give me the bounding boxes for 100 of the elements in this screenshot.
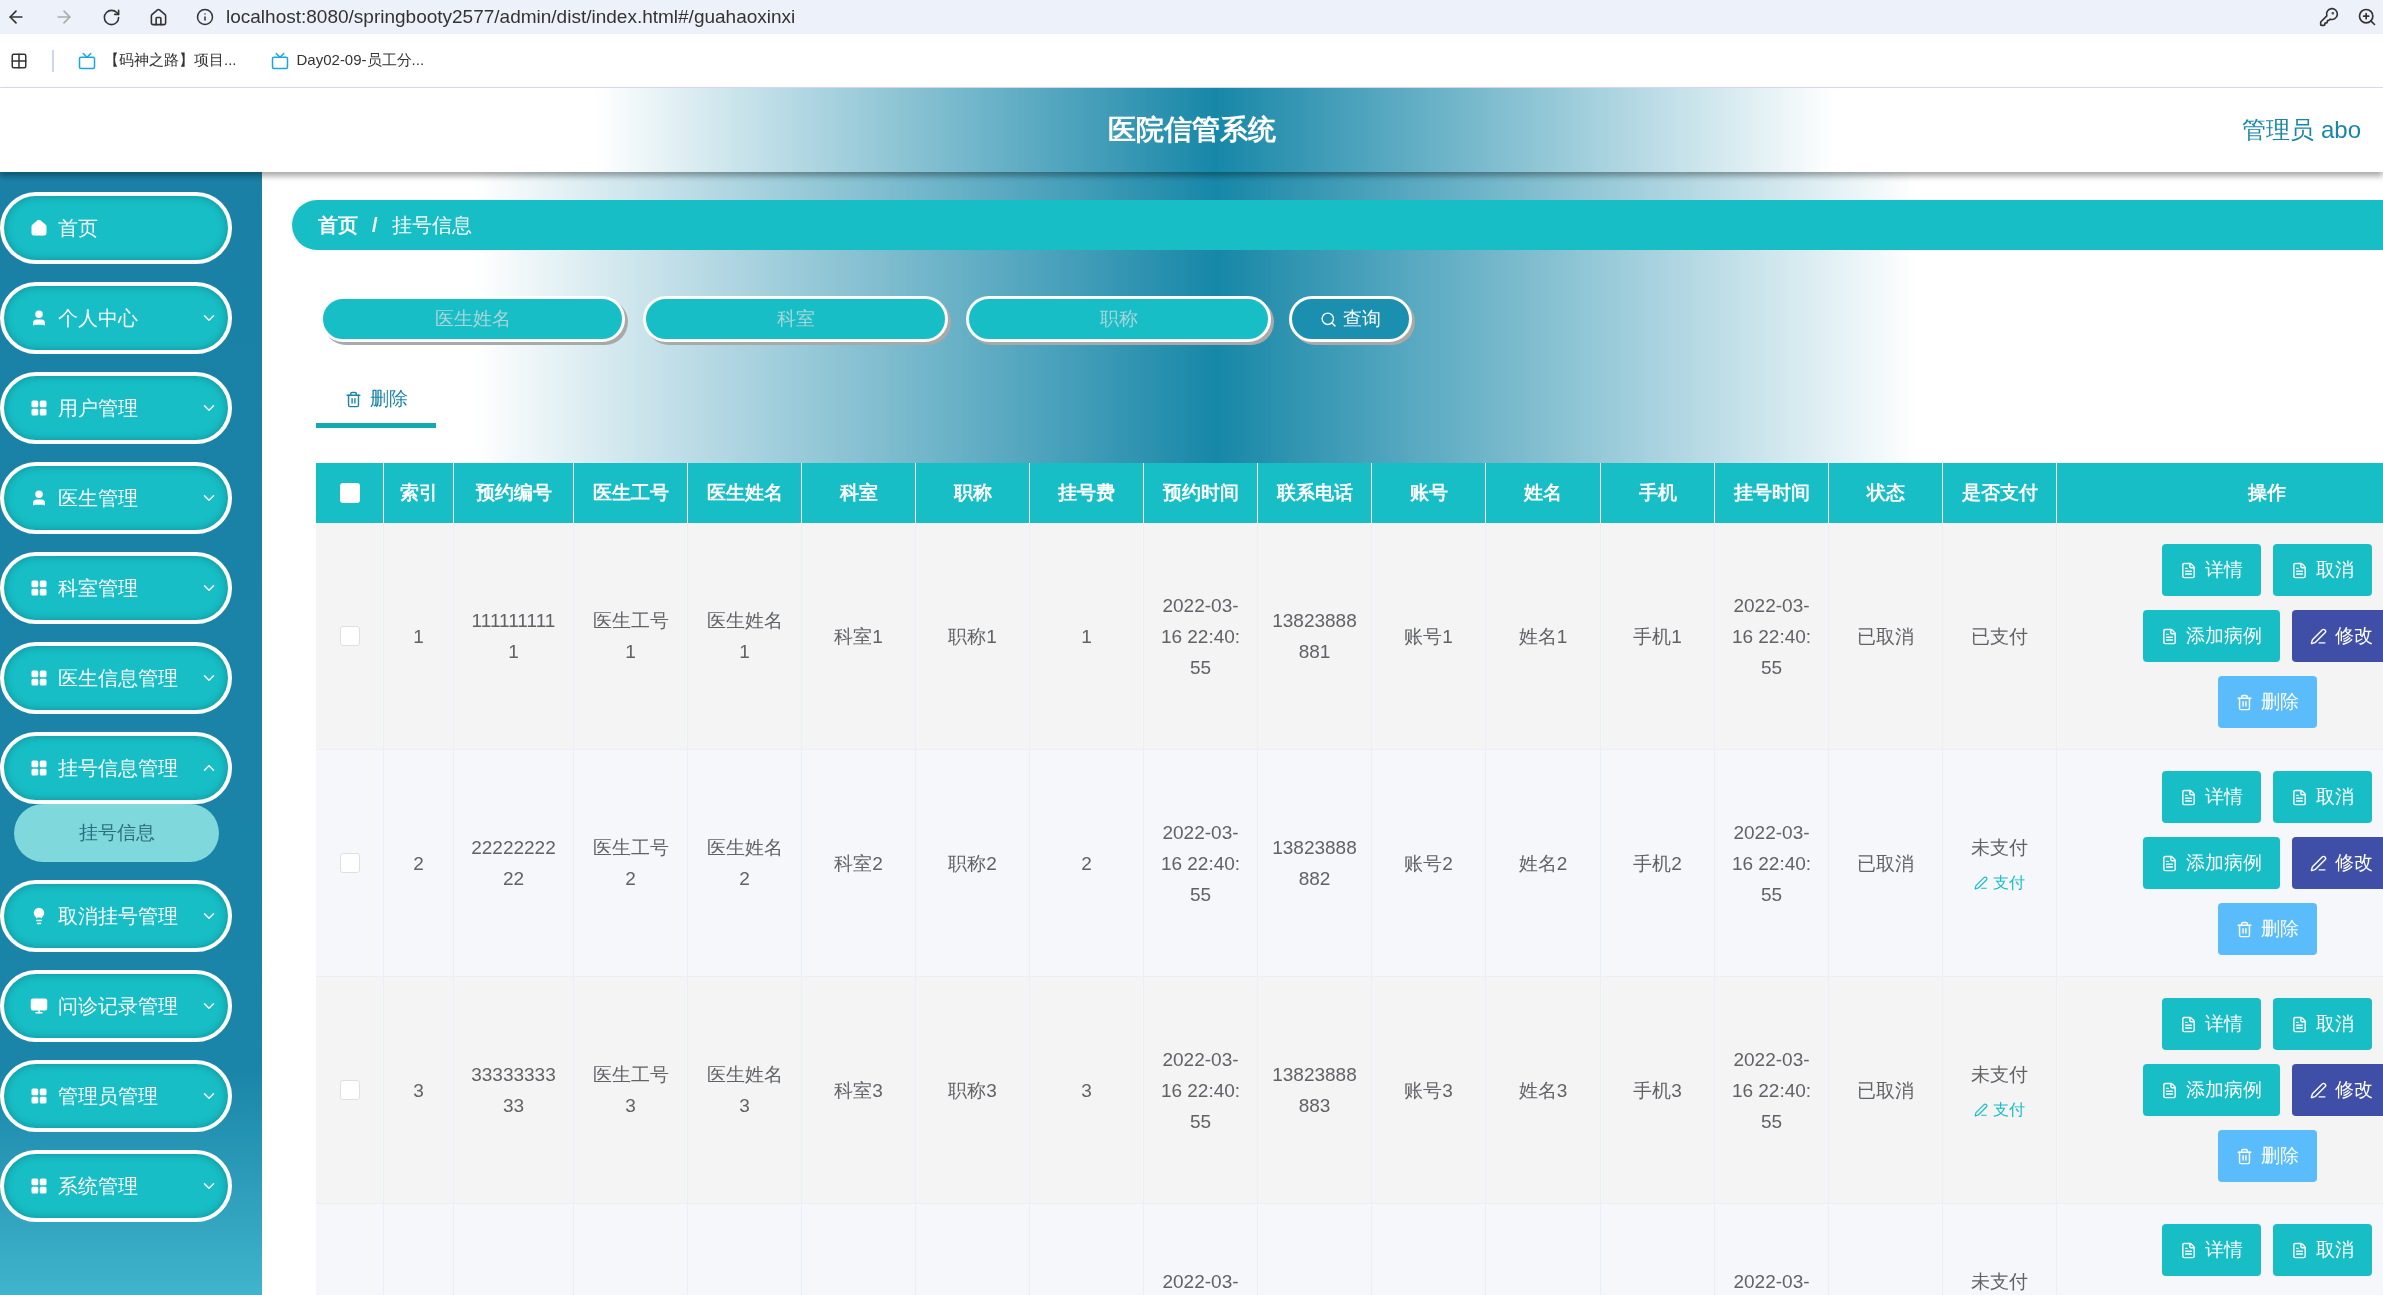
action-button[interactable]: 删除 — [2217, 676, 2317, 728]
menu-item[interactable]: 挂号信息管理 — [0, 732, 232, 804]
column-header: 是否支付 — [1961, 480, 2038, 505]
menu-item[interactable]: 医生信息管理 — [0, 642, 232, 714]
key-icon[interactable] — [2319, 7, 2339, 27]
row-checkbox[interactable] — [339, 626, 360, 646]
action-button[interactable]: 删除 — [2217, 1130, 2317, 1182]
column-header: 医生工号 — [592, 480, 669, 505]
table-cell-text: 3333333333 — [470, 1063, 557, 1118]
search-field[interactable]: 医生姓名 — [320, 296, 625, 342]
document-icon — [2180, 1015, 2197, 1033]
delete-tab[interactable]: 删除 — [316, 376, 436, 428]
table-cell-text: 医生工号3 — [591, 1063, 670, 1118]
table-cell-text: 未支付 — [1970, 1270, 2029, 1294]
menu-item[interactable]: 医生管理 — [0, 462, 232, 534]
table-cell-text: 2022-03-16 22:40:55 — [1730, 820, 1813, 907]
breadcrumb-link[interactable]: 挂号信息 — [391, 210, 472, 240]
action-button[interactable]: 删除 — [2217, 903, 2317, 955]
tv-icon — [270, 51, 289, 70]
menu-item[interactable]: 管理员管理 — [0, 1060, 232, 1132]
column-header: 预约时间 — [1162, 480, 1239, 505]
action-button[interactable]: 添加病例 — [2143, 1064, 2280, 1116]
action-button[interactable]: 添加病例 — [2143, 837, 2280, 889]
tv-icon — [78, 51, 96, 70]
table-cell-text: 2022-03-16 22:40:55 — [1159, 593, 1242, 680]
search-button[interactable]: 查询 — [1289, 296, 1412, 342]
table-cell-text: 医生姓名3 — [705, 1063, 784, 1118]
document-icon — [2161, 1081, 2178, 1099]
action-button[interactable]: 取消 — [2273, 544, 2372, 596]
action-button[interactable]: 修改 — [2292, 610, 2383, 662]
menu-item[interactable]: 取消挂号管理 — [0, 880, 232, 952]
column-header: 挂号时间 — [1733, 480, 1810, 505]
select-all-checkbox[interactable] — [339, 483, 360, 503]
table-cell-text: 13823888883 — [1272, 1063, 1357, 1118]
pen-icon — [1974, 1102, 1988, 1117]
action-button[interactable]: 详情 — [2162, 544, 2261, 596]
action-button[interactable]: 取消 — [2273, 1224, 2372, 1276]
menu-item[interactable]: 系统管理 — [0, 1150, 232, 1222]
grid-icon — [30, 399, 48, 417]
action-button[interactable]: 修改 — [2292, 1064, 2383, 1116]
table-cell-text: 手机1 — [1632, 624, 1683, 649]
table-cell-text: 科室1 — [833, 624, 884, 649]
action-button[interactable]: 详情 — [2162, 998, 2261, 1050]
table-cell-text: 3 — [412, 1078, 425, 1103]
grid-icon — [30, 759, 48, 777]
search-field[interactable]: 职称 — [966, 296, 1271, 342]
reload-icon[interactable] — [102, 7, 121, 27]
breadcrumb-link[interactable]: 首页 — [318, 210, 358, 240]
bookmark[interactable]: 【码神之路】项目... — [78, 49, 237, 72]
search-icon — [1320, 310, 1337, 328]
menu-item[interactable]: 个人中心 — [0, 282, 232, 354]
table-cell-text: 13823888881 — [1272, 609, 1357, 664]
table-cell-text: 2022-03-16 22:40:55 — [1159, 1047, 1242, 1134]
table-cell-text: 账号1 — [1403, 624, 1454, 649]
action-button[interactable]: 取消 — [2273, 998, 2372, 1050]
pen-icon — [2310, 1081, 2327, 1099]
document-icon — [2161, 627, 2178, 645]
submenu-item[interactable]: 挂号信息 — [14, 804, 219, 862]
table-cell-text: 2022-03- — [1732, 1270, 1811, 1294]
table-cell-text: 2022-03- — [1161, 1270, 1240, 1294]
grid-icon — [30, 669, 48, 687]
apps-icon[interactable] — [10, 51, 28, 70]
table-cell-text: 1 — [1080, 624, 1093, 649]
grid-icon — [30, 579, 48, 597]
action-button[interactable]: 取消 — [2273, 771, 2372, 823]
table-cell-text: 医生姓名2 — [705, 836, 784, 891]
home-icon[interactable] — [149, 7, 168, 27]
table-cell-text: 已取消 — [1856, 624, 1915, 649]
pay-link[interactable]: 支付 — [1974, 870, 2025, 895]
row-checkbox[interactable] — [339, 853, 360, 873]
row-checkbox[interactable] — [339, 1080, 360, 1100]
pen-icon — [2310, 627, 2327, 645]
zoom-icon[interactable] — [2357, 7, 2377, 27]
pay-link[interactable]: 支付 — [1974, 1097, 2025, 1122]
menu-item[interactable]: 用户管理 — [0, 372, 232, 444]
breadcrumb-separator: / — [372, 213, 378, 238]
action-button[interactable]: 详情 — [2162, 1224, 2261, 1276]
user-name[interactable]: 管理员 abo — [2242, 112, 2361, 148]
action-button[interactable]: 修改 — [2292, 837, 2383, 889]
column-header: 职称 — [953, 480, 992, 505]
table-cell-text: 账号2 — [1403, 851, 1454, 876]
table-cell-text: 已支付 — [1970, 624, 2029, 649]
bookmark[interactable]: Day02-09-员工分... — [270, 49, 425, 72]
menu-item[interactable]: 首页 — [0, 192, 232, 264]
table-cell-text: 1 — [412, 624, 425, 649]
table-cell-text: 未支付 — [1970, 835, 2029, 860]
table-cell-text: 未支付 — [1970, 1062, 2029, 1087]
column-header: 操作 — [2248, 480, 2286, 505]
column-header: 医生姓名 — [706, 480, 783, 505]
info-icon[interactable] — [196, 8, 214, 26]
table-cell-text: 科室3 — [833, 1078, 884, 1103]
action-button[interactable]: 添加病例 — [2143, 610, 2280, 662]
menu-item[interactable]: 问诊记录管理 — [0, 970, 232, 1042]
table-cell-text: 手机2 — [1632, 851, 1683, 876]
search-field[interactable]: 科室 — [643, 296, 948, 342]
action-button[interactable]: 详情 — [2162, 771, 2261, 823]
menu-item[interactable]: 科室管理 — [0, 552, 232, 624]
trash-icon — [344, 391, 362, 408]
column-header: 科室 — [839, 480, 878, 505]
trash-icon — [2235, 1147, 2253, 1165]
